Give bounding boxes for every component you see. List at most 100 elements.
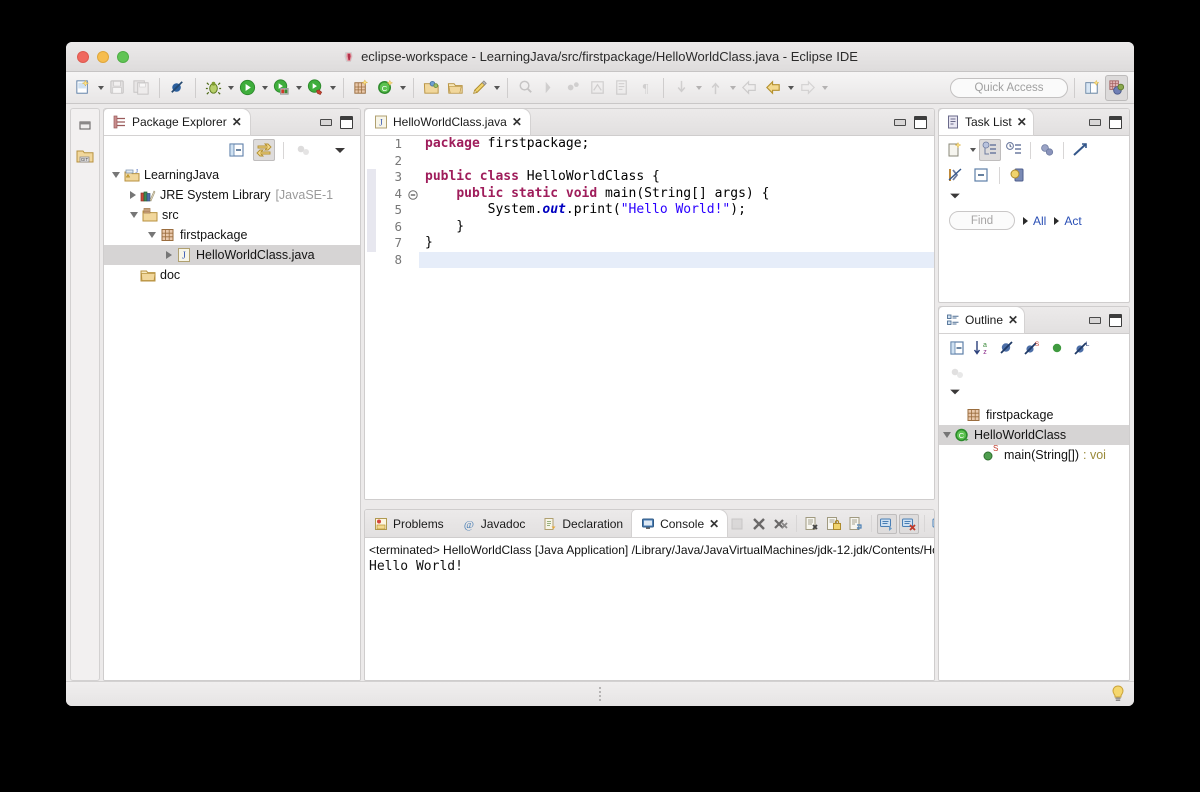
twisty-collapsed[interactable]	[166, 251, 172, 259]
toolbar-next-annotation[interactable]	[562, 75, 585, 101]
close-window-button[interactable]	[77, 51, 89, 63]
toolbar-debug-caret[interactable]	[228, 86, 234, 90]
package-explorer-item-src[interactable]: src	[104, 205, 360, 225]
task-list-maximize-button[interactable]	[1109, 116, 1122, 129]
tab-outline[interactable]: Outline ✕	[939, 307, 1024, 333]
editor-close-icon[interactable]: ✕	[512, 115, 521, 129]
code-editor[interactable]: 12345678 package firstpackage;public cla…	[365, 136, 934, 499]
package-explorer-view-menu-button[interactable]	[329, 139, 351, 161]
toolbar-mark-occurrences[interactable]	[586, 75, 609, 101]
toolbar-new-package[interactable]	[350, 75, 373, 101]
code-line[interactable]: }	[419, 235, 934, 252]
editor-code-area[interactable]: package firstpackage; public class HelloW…	[419, 136, 934, 499]
console-clear-console-button[interactable]	[802, 514, 822, 534]
outline-item-helloworldclass[interactable]: CHelloWorldClass	[939, 425, 1129, 445]
code-line[interactable]: }	[419, 219, 934, 236]
resize-grip-icon[interactable]	[599, 687, 601, 701]
minimize-task-editor-button[interactable]	[970, 164, 992, 186]
collapse-tasks-button[interactable]	[944, 164, 966, 186]
package-explorer-maximize-button[interactable]	[340, 116, 353, 129]
tab-javadoc[interactable]: @Javadoc	[453, 510, 535, 537]
outline-item-firstpackage[interactable]: firstpackage	[939, 405, 1129, 425]
zoom-window-button[interactable]	[117, 51, 129, 63]
toolbar-open-task[interactable]	[444, 75, 467, 101]
console-output-area[interactable]: <terminated> HelloWorldClass [Java Appli…	[365, 538, 934, 680]
console-pin-console-button[interactable]	[930, 514, 935, 534]
editor-maximize-button[interactable]	[914, 116, 927, 129]
console-remove-all-terminated-button[interactable]	[771, 514, 791, 534]
task-list-close-icon[interactable]: ✕	[1017, 115, 1026, 129]
package-explorer-minimize-button[interactable]	[320, 119, 332, 126]
code-line[interactable]	[419, 252, 934, 269]
link-with-editor-button[interactable]	[253, 139, 275, 161]
filter-activate-group[interactable]: Act	[1053, 214, 1081, 228]
twisty-collapsed[interactable]	[130, 191, 136, 199]
console-tab-close-icon[interactable]: ✕	[709, 517, 718, 531]
new-task-caret[interactable]	[970, 148, 976, 152]
console-terminate-button[interactable]	[727, 514, 747, 534]
outline-item-main-string[interactable]: Smain(String[]): voi	[939, 445, 1129, 465]
toolbar-new-wizard-caret[interactable]	[98, 86, 104, 90]
git-folder-icon[interactable]: GIT	[76, 148, 94, 169]
toolbar-coverage[interactable]	[270, 75, 293, 101]
view-menu-chevron-icon[interactable]	[947, 190, 963, 202]
package-explorer-item-jre-system-library[interactable]: JRE System Library[JavaSE-1	[104, 185, 360, 205]
toolbar-external-tools-caret[interactable]	[330, 86, 336, 90]
outline-maximize-button[interactable]	[1109, 314, 1122, 327]
outline-hide-nonpublic-button[interactable]	[1046, 337, 1068, 359]
toolbar-new-wizard[interactable]	[72, 75, 95, 101]
outline-hide-static-button[interactable]: S	[1021, 337, 1043, 359]
outline-minimize-button[interactable]	[1089, 317, 1101, 324]
toolbar-forward[interactable]	[796, 75, 819, 101]
focus-task-icon[interactable]	[947, 363, 967, 383]
toolbar-backward[interactable]	[762, 75, 785, 101]
package-explorer-item-helloworldclass-java[interactable]: JHelloWorldClass.java	[104, 245, 360, 265]
toolbar-external-tools[interactable]	[304, 75, 327, 101]
code-line[interactable]	[419, 153, 934, 170]
code-line[interactable]: System.out.print("Hello World!");	[419, 202, 934, 219]
toolbar-search[interactable]	[514, 75, 537, 101]
toolbar-run[interactable]	[236, 75, 259, 101]
toolbar-run-caret[interactable]	[262, 86, 268, 90]
toolbar-forward-caret[interactable]	[822, 86, 828, 90]
lightbulb-icon[interactable]	[1110, 684, 1126, 706]
editor-folding-ruler[interactable]	[407, 136, 419, 499]
twisty-expanded[interactable]	[112, 172, 120, 178]
code-line[interactable]: public class HelloWorldClass {	[419, 169, 934, 186]
toolbar-open-type[interactable]	[420, 75, 443, 101]
quick-access-input[interactable]: Quick Access	[950, 78, 1068, 98]
tab-task-list[interactable]: Task List ✕	[939, 109, 1033, 135]
categorized-presentation-button[interactable]	[979, 139, 1001, 161]
focus-active-task-button[interactable]	[292, 139, 314, 161]
restore-view-icon[interactable]	[77, 117, 93, 138]
scheduled-presentation-button[interactable]	[1003, 139, 1025, 161]
console-word-wrap-button[interactable]	[846, 514, 866, 534]
twisty-expanded[interactable]	[130, 212, 138, 218]
fold-collapse-icon[interactable]	[407, 189, 419, 201]
tab-problems[interactable]: Problems	[365, 510, 453, 537]
toolbar-next-edit-caret[interactable]	[696, 86, 702, 90]
console-show-console-on-error-button[interactable]	[899, 514, 919, 534]
toolbar-new-task-caret[interactable]	[494, 86, 500, 90]
package-explorer-tree[interactable]: JLearningJavaJRE System Library[JavaSE-1…	[104, 164, 360, 680]
toolbar-prev-annotation[interactable]	[538, 75, 561, 101]
open-perspective-button[interactable]	[1081, 75, 1104, 101]
toolbar-coverage-caret[interactable]	[296, 86, 302, 90]
focus-workweek-button[interactable]	[1036, 139, 1058, 161]
package-explorer-item-learningjava[interactable]: JLearningJava	[104, 165, 360, 185]
toolbar-save[interactable]	[106, 75, 129, 101]
outline-collapse-all-button[interactable]	[946, 337, 968, 359]
console-scroll-lock-button[interactable]	[824, 514, 844, 534]
synchronize-button[interactable]	[1069, 139, 1091, 161]
toolbar-next-edit-location[interactable]	[670, 75, 693, 101]
twisty-expanded[interactable]	[943, 432, 951, 438]
toolbar-backward-caret[interactable]	[788, 86, 794, 90]
restore-tasks-button[interactable]	[1007, 164, 1029, 186]
new-task-button[interactable]	[944, 139, 966, 161]
code-line[interactable]: package firstpackage;	[419, 136, 934, 153]
tab-package-explorer[interactable]: Package Explorer ✕	[104, 109, 250, 135]
console-show-console-on-output-button[interactable]	[877, 514, 897, 534]
toolbar-prev-edit-location[interactable]	[704, 75, 727, 101]
outline-sort-button[interactable]: a z	[971, 337, 993, 359]
java-perspective-button[interactable]	[1105, 75, 1128, 101]
